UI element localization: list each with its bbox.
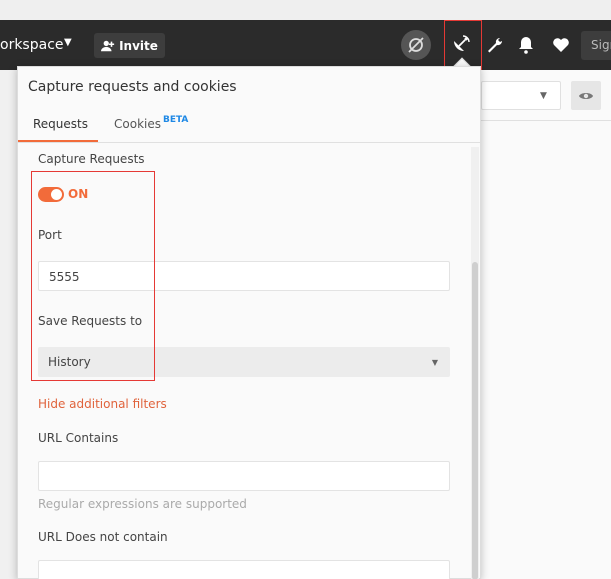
tab-cookies[interactable]: Cookies BETA	[114, 115, 189, 131]
regex-hint: Regular expressions are supported	[38, 497, 247, 511]
panel-title: Capture requests and cookies	[28, 79, 237, 95]
capture-popover: Capture requests and cookies Requests Co…	[17, 66, 481, 579]
capture-requests-label: Capture Requests	[38, 152, 145, 166]
active-tab-indicator	[18, 140, 98, 142]
settings-highlight	[31, 171, 155, 381]
eye-icon[interactable]	[571, 81, 601, 110]
tab-bar: Requests Cookies BETA	[18, 111, 480, 143]
scrollbar-thumb[interactable]	[472, 262, 478, 579]
top-strip	[0, 0, 611, 20]
chevron-down-icon: ▼	[431, 358, 438, 367]
heart-icon[interactable]	[550, 35, 572, 55]
background-workspace	[481, 70, 611, 579]
hide-filters-link[interactable]: Hide additional filters	[38, 397, 167, 411]
tab-requests[interactable]: Requests	[33, 117, 88, 131]
bell-icon[interactable]	[516, 35, 536, 55]
workspace-label[interactable]: orkspace	[0, 37, 64, 53]
environment-select[interactable]	[481, 81, 561, 110]
chevron-down-icon: ▼	[540, 91, 547, 101]
divider	[481, 120, 611, 121]
beta-badge: BETA	[162, 115, 189, 125]
add-user-icon	[101, 40, 115, 51]
url-not-contain-label: URL Does not contain	[38, 530, 168, 544]
url-contains-input[interactable]	[38, 461, 450, 491]
chevron-down-icon[interactable]: ▼	[64, 37, 72, 48]
signin-button[interactable]: Sign	[581, 31, 611, 60]
invite-label: Invite	[119, 38, 158, 53]
tab-cookies-label: Cookies	[114, 117, 161, 131]
url-contains-label: URL Contains	[38, 431, 119, 445]
wrench-icon[interactable]	[485, 35, 505, 55]
invite-button[interactable]: Invite	[94, 33, 165, 58]
sync-off-icon[interactable]	[401, 30, 431, 60]
url-not-contain-input[interactable]	[38, 560, 450, 579]
